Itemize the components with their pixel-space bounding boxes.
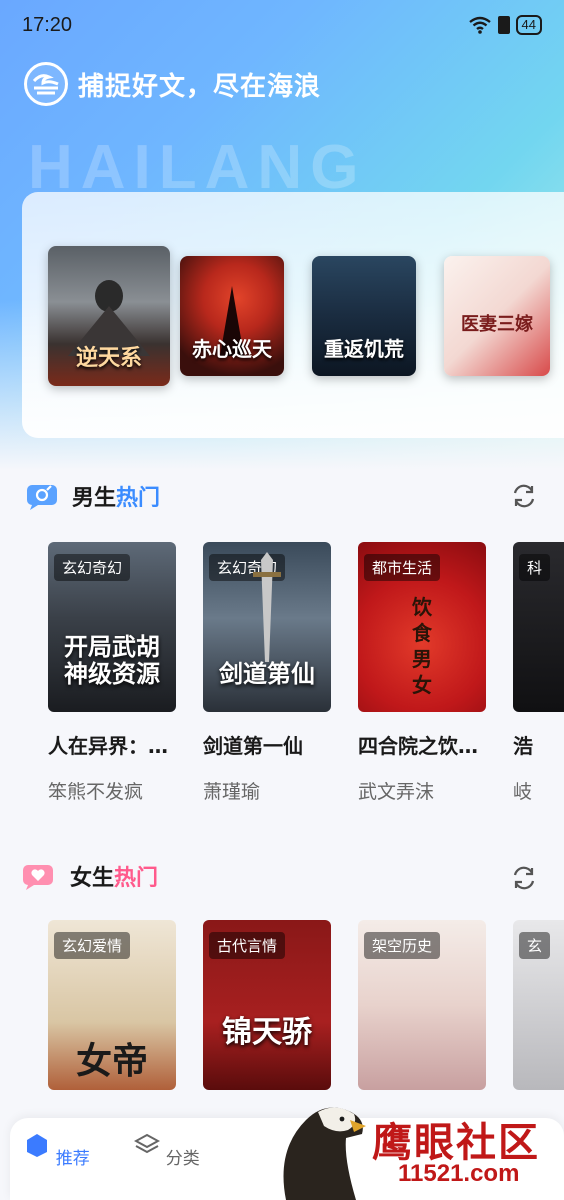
nav-recommend[interactable]: 推荐 (22, 1132, 92, 1169)
brand: 捕捉好文，尽在海浪 (24, 62, 321, 106)
book-author: 笨熊不发疯 (48, 781, 144, 802)
heart-bubble-icon (23, 865, 53, 890)
book-cover: 古代言情 锦天骄 (203, 920, 331, 1090)
featured-cover-title: 重返饥荒 (324, 337, 404, 361)
genre-badge: 玄幻爱情 (54, 932, 131, 959)
book-title: 四合院之饮… (358, 734, 478, 758)
book-card[interactable]: 玄幻奇幻 剑道第仙 剑道第一仙 萧瑾瑜 (203, 542, 331, 802)
book-card[interactable]: 都市生活 饮 食 男 女 四合院之饮… 武文弄沫 (358, 542, 486, 802)
nav-label: 推荐 (55, 1149, 90, 1169)
section-title-highlight: 热门 (114, 866, 159, 891)
genre-badge: 玄 (519, 932, 551, 959)
book-card[interactable]: 玄 (513, 920, 564, 1090)
featured-cover[interactable]: 逆天系 (48, 246, 170, 386)
featured-cover[interactable]: 医妻三嫁 (444, 256, 550, 376)
female-book-row: 玄幻爱情 女帝 古代言情 锦天骄 架空历史 玄 (0, 920, 564, 1090)
book-title: 人在异界：… (48, 734, 168, 758)
section-title-prefix: 女生 (70, 866, 115, 891)
featured-cover[interactable]: 赤心巡天 (180, 256, 284, 376)
status-time: 17:20 (22, 13, 73, 36)
book-card[interactable]: 架空历史 (358, 920, 486, 1090)
book-author: 武文弄沫 (358, 781, 435, 802)
featured-cover-title: 医妻三嫁 (461, 314, 533, 335)
chat-bubble-icon (27, 485, 57, 510)
nav-label: 分类 (165, 1149, 200, 1169)
book-cover: 都市生活 饮 食 男 女 (358, 542, 486, 712)
cover-text: 女帝 (75, 1039, 148, 1082)
male-book-row: 玄幻奇幻 开局武胡 神级资源 人在异界：… 笨熊不发疯 玄幻奇幻 剑道第仙 剑道… (0, 542, 564, 802)
genre-badge: 古代言情 (209, 932, 286, 959)
layers-icon (134, 1133, 161, 1154)
male-hot-title: 男生热门 (72, 480, 160, 512)
wifi-icon (468, 16, 491, 34)
eagle-watermark-icon (283, 1107, 366, 1200)
genre-badge: 都市生活 (364, 554, 441, 581)
slogan: 捕捉好文，尽在海浪 (78, 71, 322, 102)
genre-badge: 玄幻奇幻 (54, 554, 131, 581)
cover-text: 开局武胡 神级资源 (64, 631, 160, 689)
book-author: 岐 (513, 781, 533, 802)
cover-text: 剑道第仙 (219, 659, 315, 689)
refresh-icon[interactable] (510, 864, 538, 892)
section-title-highlight: 热门 (116, 486, 161, 511)
site-watermark-url: 11521.com (398, 1160, 520, 1187)
battery-level: 44 (515, 15, 542, 35)
featured-covers: 逆天系 赤心巡天 重返饥荒 医妻三嫁 (46, 246, 564, 396)
book-cover: 玄幻奇幻 开局武胡 神级资源 (48, 542, 176, 712)
section-title-prefix: 男生 (72, 486, 117, 511)
book-title: 浩 (513, 734, 533, 758)
status-icons: 44 (468, 15, 542, 35)
book-card[interactable]: 玄幻奇幻 开局武胡 神级资源 人在异界：… 笨熊不发疯 (48, 542, 176, 802)
refresh-icon[interactable] (510, 482, 538, 510)
book-cover: 玄幻爱情 女帝 (48, 920, 176, 1090)
status-bar: 17:20 44 (0, 0, 564, 50)
book-cover: 玄 (513, 920, 564, 1090)
featured-cover[interactable]: 重返饥荒 (312, 256, 416, 376)
book-title: 剑道第一仙 (203, 734, 303, 758)
battery-saver-icon (497, 16, 510, 34)
book-card[interactable]: 古代言情 锦天骄 (203, 920, 331, 1090)
genre-badge: 架空历史 (364, 932, 441, 959)
nav-category[interactable]: 分类 (132, 1132, 202, 1169)
cover-text: 锦天骄 (222, 1014, 312, 1050)
book-card[interactable]: 科 浩 岐 (513, 542, 564, 802)
book-cover: 科 (513, 542, 564, 712)
male-hot-header: 男生热门 (0, 470, 564, 520)
featured-cover-title: 赤心巡天 (192, 337, 272, 361)
genre-badge: 科 (519, 554, 551, 581)
wave-logo-icon (24, 62, 68, 106)
book-author: 萧瑾瑜 (203, 781, 261, 802)
female-hot-header: 女生热门 (0, 850, 564, 900)
book-cover: 玄幻奇幻 剑道第仙 (203, 542, 331, 712)
book-cover: 架空历史 (358, 920, 486, 1090)
recommend-icon (27, 1134, 48, 1157)
cover-text: 饮 食 男 女 (412, 595, 432, 697)
female-hot-title: 女生热门 (70, 860, 158, 892)
featured-cover-title: 逆天系 (75, 345, 142, 371)
book-card[interactable]: 玄幻爱情 女帝 (48, 920, 176, 1090)
